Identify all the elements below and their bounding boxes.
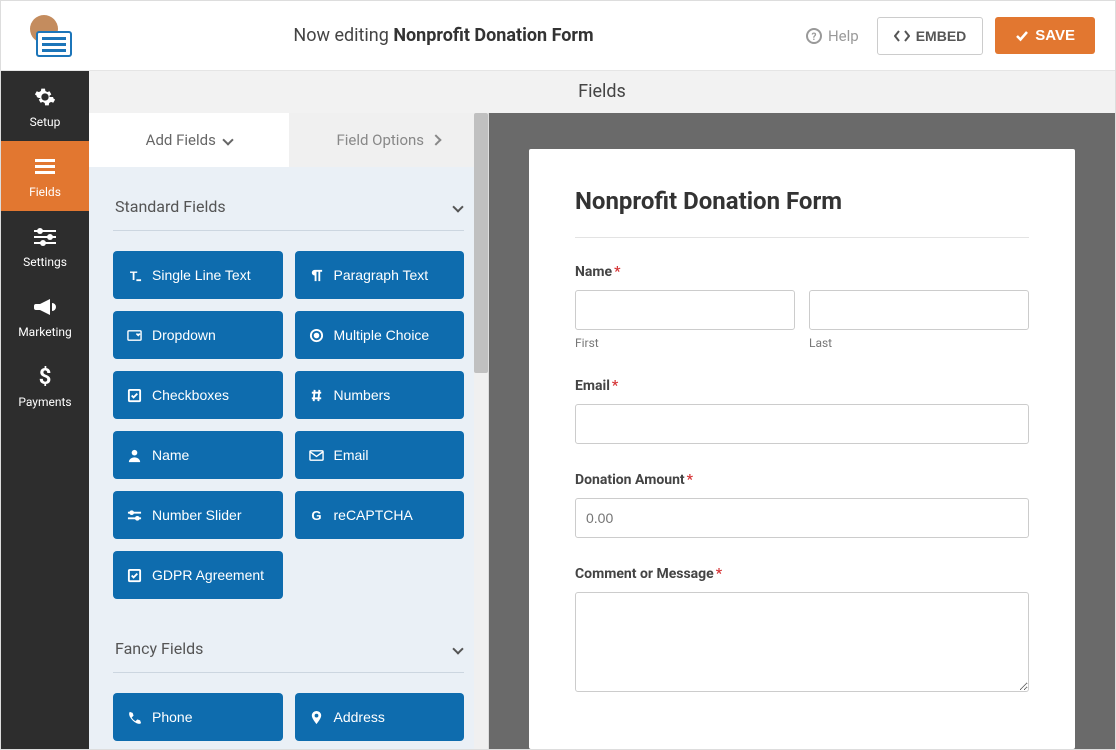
field-phone[interactable]: Phone bbox=[113, 693, 283, 741]
nav-payments-label: Payments bbox=[5, 395, 85, 409]
chevron-down-icon bbox=[452, 201, 463, 212]
list-icon bbox=[33, 155, 57, 179]
field-multiple-choice[interactable]: Multiple Choice bbox=[295, 311, 465, 359]
embed-button[interactable]: EMBED bbox=[877, 17, 984, 55]
embed-icon bbox=[894, 29, 910, 43]
nav-fields[interactable]: Fields bbox=[1, 141, 89, 211]
svg-text:$: $ bbox=[39, 366, 52, 388]
text-icon: T bbox=[127, 268, 142, 283]
scrollbar-thumb[interactable] bbox=[474, 113, 488, 373]
user-icon bbox=[127, 448, 142, 463]
section-fancy-fields[interactable]: Fancy Fields bbox=[113, 629, 464, 673]
required-asterisk: * bbox=[716, 566, 722, 582]
first-name-input[interactable] bbox=[575, 290, 795, 330]
nav-settings-label: Settings bbox=[5, 255, 85, 269]
last-name-input[interactable] bbox=[809, 290, 1029, 330]
preview-field-donation[interactable]: Donation Amount* bbox=[575, 472, 1029, 538]
chevron-right-icon bbox=[430, 134, 441, 145]
tab-field-options[interactable]: Field Options bbox=[289, 113, 489, 167]
envelope-icon bbox=[309, 448, 324, 463]
wpforms-logo[interactable] bbox=[21, 11, 81, 61]
form-name: Nonprofit Donation Form bbox=[393, 25, 593, 46]
preview-field-comment[interactable]: Comment or Message* bbox=[575, 566, 1029, 696]
chevron-down-icon bbox=[452, 643, 463, 654]
required-asterisk: * bbox=[687, 472, 693, 488]
required-asterisk: * bbox=[612, 378, 618, 394]
subheader-title: Fields bbox=[89, 71, 1115, 113]
form-preview: Nonprofit Donation Form Name* First Last bbox=[489, 113, 1115, 749]
checkbox-icon bbox=[127, 568, 142, 583]
tab-add-fields-label: Add Fields bbox=[146, 131, 216, 149]
nav-setup-label: Setup bbox=[5, 115, 85, 129]
google-icon: G bbox=[309, 508, 324, 523]
preview-field-name[interactable]: Name* First Last bbox=[575, 264, 1029, 350]
nav-payments[interactable]: $ Payments bbox=[1, 351, 89, 421]
check-icon bbox=[1015, 29, 1029, 43]
slider-icon bbox=[127, 508, 142, 523]
save-button[interactable]: SAVE bbox=[995, 17, 1095, 54]
field-checkboxes[interactable]: Checkboxes bbox=[113, 371, 283, 419]
tab-field-options-label: Field Options bbox=[336, 131, 424, 149]
side-nav: Setup Fields Settings Marketing $ Paymen… bbox=[1, 71, 89, 749]
nav-marketing[interactable]: Marketing bbox=[1, 281, 89, 351]
editing-prefix: Now editing bbox=[293, 25, 388, 46]
preview-field-email[interactable]: Email* bbox=[575, 378, 1029, 444]
paragraph-icon bbox=[309, 268, 324, 283]
help-link[interactable]: ? Help bbox=[806, 27, 859, 45]
comment-textarea[interactable] bbox=[575, 592, 1029, 692]
chevron-down-icon bbox=[222, 134, 233, 145]
radio-icon bbox=[309, 328, 324, 343]
nav-settings[interactable]: Settings bbox=[1, 211, 89, 281]
nav-setup[interactable]: Setup bbox=[1, 71, 89, 141]
hash-icon bbox=[309, 388, 324, 403]
bullhorn-icon bbox=[33, 295, 57, 319]
field-dropdown[interactable]: Dropdown bbox=[113, 311, 283, 359]
embed-label: EMBED bbox=[916, 28, 967, 44]
save-label: SAVE bbox=[1035, 27, 1075, 44]
section-standard-label: Standard Fields bbox=[115, 197, 226, 216]
editing-title: Now editing Nonprofit Donation Form bbox=[81, 25, 806, 46]
name-label: Name* bbox=[575, 264, 1029, 280]
scrollbar-track[interactable] bbox=[474, 113, 488, 749]
email-label: Email* bbox=[575, 378, 1029, 394]
nav-fields-label: Fields bbox=[5, 185, 85, 199]
svg-text:G: G bbox=[311, 508, 321, 523]
field-single-line-text[interactable]: T Single Line Text bbox=[113, 251, 283, 299]
last-sublabel: Last bbox=[809, 336, 1029, 350]
section-standard-fields[interactable]: Standard Fields bbox=[113, 187, 464, 231]
section-fancy-label: Fancy Fields bbox=[115, 639, 203, 658]
required-asterisk: * bbox=[614, 264, 620, 280]
field-recaptcha[interactable]: G reCAPTCHA bbox=[295, 491, 465, 539]
field-address[interactable]: Address bbox=[295, 693, 465, 741]
first-sublabel: First bbox=[575, 336, 795, 350]
tab-add-fields[interactable]: Add Fields bbox=[89, 113, 289, 167]
form-title: Nonprofit Donation Form bbox=[575, 187, 1029, 215]
comment-label: Comment or Message* bbox=[575, 566, 1029, 582]
phone-icon bbox=[127, 710, 142, 725]
email-input[interactable] bbox=[575, 404, 1029, 444]
nav-marketing-label: Marketing bbox=[5, 325, 85, 339]
pin-icon bbox=[309, 710, 324, 725]
field-numbers[interactable]: Numbers bbox=[295, 371, 465, 419]
field-gdpr[interactable]: GDPR Agreement bbox=[113, 551, 283, 599]
dropdown-icon bbox=[127, 328, 142, 343]
divider bbox=[575, 237, 1029, 238]
field-name[interactable]: Name bbox=[113, 431, 283, 479]
checkbox-icon bbox=[127, 388, 142, 403]
field-email[interactable]: Email bbox=[295, 431, 465, 479]
help-icon: ? bbox=[806, 28, 822, 44]
dollar-icon: $ bbox=[33, 365, 57, 389]
svg-text:?: ? bbox=[811, 32, 816, 43]
field-number-slider[interactable]: Number Slider bbox=[113, 491, 283, 539]
sliders-icon bbox=[33, 225, 57, 249]
donation-input[interactable] bbox=[575, 498, 1029, 538]
help-label: Help bbox=[828, 27, 859, 45]
donation-label: Donation Amount* bbox=[575, 472, 1029, 488]
field-paragraph-text[interactable]: Paragraph Text bbox=[295, 251, 465, 299]
gear-icon bbox=[33, 85, 57, 109]
